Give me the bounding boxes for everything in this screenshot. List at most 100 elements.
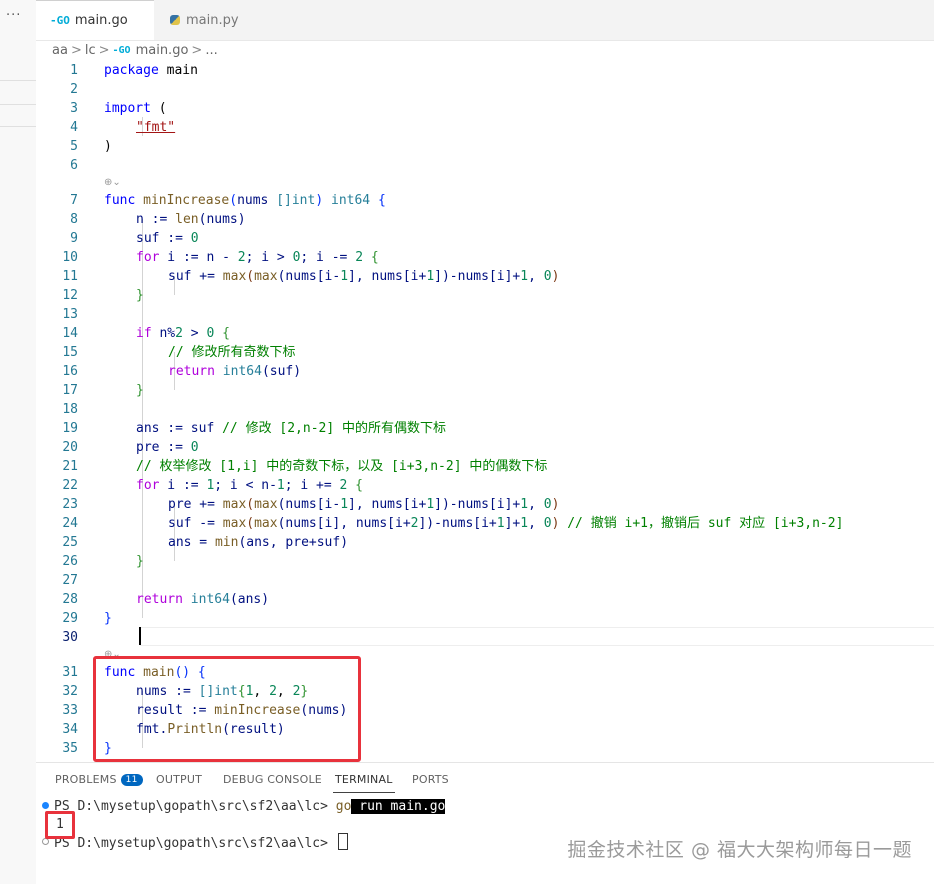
line-number: 35: [62, 741, 78, 756]
code-text: suf -=: [168, 516, 223, 531]
panel-tab-bar: PROBLEMS 11 OUTPUT DEBUG CONSOLE TERMINAL…: [36, 762, 934, 797]
tab-problems[interactable]: PROBLEMS 11: [55, 773, 143, 786]
bracket: ): [551, 497, 560, 512]
code-editor[interactable]: ⊕⌄ ⊕⌄ 1 package main 2 3 import ( 4 "fmt" 5…: [36, 60, 934, 760]
function-name: max: [254, 497, 278, 512]
number: 1: [426, 497, 435, 512]
code-text: ,: [528, 497, 544, 512]
terminal-line: PS D:\mysetup\gopath\src\sf2\aa\lc>: [54, 833, 348, 851]
number: 0: [190, 231, 199, 246]
number: 1: [496, 516, 505, 531]
annotation-box-output: [45, 811, 75, 839]
tab-ports[interactable]: PORTS: [412, 773, 449, 786]
code-text: ,: [528, 269, 544, 284]
code-text: i :=: [159, 478, 207, 493]
bracket: ): [551, 516, 568, 531]
keyword: import: [104, 101, 151, 116]
more-actions-icon[interactable]: ···: [6, 8, 21, 23]
code-line: 13: [36, 305, 934, 324]
breadcrumb-item[interactable]: ...: [205, 43, 217, 58]
code-text: ], nums[i+: [348, 269, 427, 284]
bracket: (: [246, 269, 255, 284]
number: 0: [543, 516, 552, 531]
tab-output[interactable]: OUTPUT: [156, 773, 202, 786]
breadcrumb-item[interactable]: main.go: [136, 43, 189, 58]
breadcrumb-item[interactable]: aa: [52, 43, 68, 58]
line-number: 12: [62, 288, 78, 303]
bracket: (: [246, 516, 255, 531]
code-text: (nums[i-: [277, 269, 341, 284]
code-text: pre :=: [136, 440, 191, 455]
command-success-dot-icon[interactable]: [42, 802, 49, 809]
tab-terminal[interactable]: TERMINAL: [333, 773, 395, 793]
type: int64: [222, 364, 262, 379]
code-text: ans := suf: [136, 421, 223, 436]
line-number: 11: [62, 269, 78, 284]
line-number: 9: [70, 231, 78, 246]
code-lens-icon[interactable]: ⊕⌄: [104, 177, 121, 188]
activity-divider: [0, 104, 36, 105]
code-line: 23 pre += max(max(nums[i-1], nums[i+1])-n…: [36, 495, 934, 514]
code-text: ; i +=: [284, 478, 340, 493]
type: []int: [276, 193, 316, 208]
line-number: 22: [62, 478, 78, 493]
number: 1: [276, 478, 285, 493]
line-number: 33: [62, 703, 78, 718]
comment: // 修改 [2,n-2] 中的所有偶数下标: [222, 421, 447, 436]
number: 0: [543, 497, 552, 512]
function-name: max: [222, 516, 247, 531]
code-line: 11 suf += max(max(nums[i-1], nums[i+1])-n…: [36, 267, 934, 286]
tab-debug-console[interactable]: DEBUG CONSOLE: [223, 773, 322, 786]
line-number: 2: [70, 82, 78, 97]
line-number: 1: [70, 63, 78, 78]
number: 1: [520, 497, 529, 512]
go-file-icon: -GO: [50, 14, 70, 27]
number: 2: [355, 250, 364, 265]
line-number: 31: [62, 665, 78, 680]
number: 0: [190, 440, 199, 455]
code-text: (nums[i], nums[i+: [277, 516, 411, 531]
code-text: (ans, pre+suf): [238, 535, 349, 550]
function-name: max: [254, 516, 278, 531]
number: 0: [543, 269, 552, 284]
tab-main-go[interactable]: -GO main.go: [36, 0, 154, 40]
code-text: ans =: [168, 535, 215, 550]
code-line: 15 // 修改所有奇数下标: [36, 343, 934, 362]
keyword: return: [136, 592, 183, 607]
code-line: 5): [36, 137, 934, 156]
param: nums: [237, 193, 277, 208]
line-number: 30: [62, 630, 78, 645]
code-line: 1 package main: [36, 61, 934, 80]
line-number: 7: [70, 193, 78, 208]
code-line: 10 for i := n - 2; i > 0; i -= 2 {: [36, 248, 934, 267]
line-number: 23: [62, 497, 78, 512]
code-text: suf +=: [168, 269, 223, 284]
line-number: 3: [70, 101, 78, 116]
breadcrumb-item[interactable]: lc: [85, 43, 96, 58]
code-line: 30: [36, 628, 934, 647]
number: 1: [520, 269, 529, 284]
activity-divider: [0, 80, 36, 81]
number: 2: [175, 326, 183, 341]
type: int64: [331, 193, 371, 208]
terminal-command-args: run main.go: [351, 799, 446, 814]
code-text: ; i -=: [300, 250, 356, 265]
keyword: for: [136, 250, 160, 265]
terminal-line: PS D:\mysetup\gopath\src\sf2\aa\lc> go r…: [54, 798, 446, 816]
code-text: ])-nums[i]+: [434, 269, 521, 284]
code-text: (suf): [261, 364, 302, 379]
keyword: package: [104, 63, 159, 78]
number: 1: [426, 269, 435, 284]
code-line: 19 ans := suf // 修改 [2,n-2] 中的所有偶数下标: [36, 419, 934, 438]
terminal-prompt: PS D:\mysetup\gopath\src\sf2\aa\lc>: [54, 799, 336, 814]
comment: // 修改所有奇数下标: [168, 345, 296, 360]
function-name: max: [222, 497, 247, 512]
tab-main-py[interactable]: main.py: [156, 0, 266, 40]
command-pending-dot-icon[interactable]: [42, 838, 49, 845]
line-number: 4: [70, 120, 78, 135]
code-line: 27: [36, 571, 934, 590]
line-number: 26: [62, 554, 78, 569]
code-text: ; i >: [245, 250, 293, 265]
line-number: 10: [62, 250, 78, 265]
line-number: 5: [70, 139, 78, 154]
